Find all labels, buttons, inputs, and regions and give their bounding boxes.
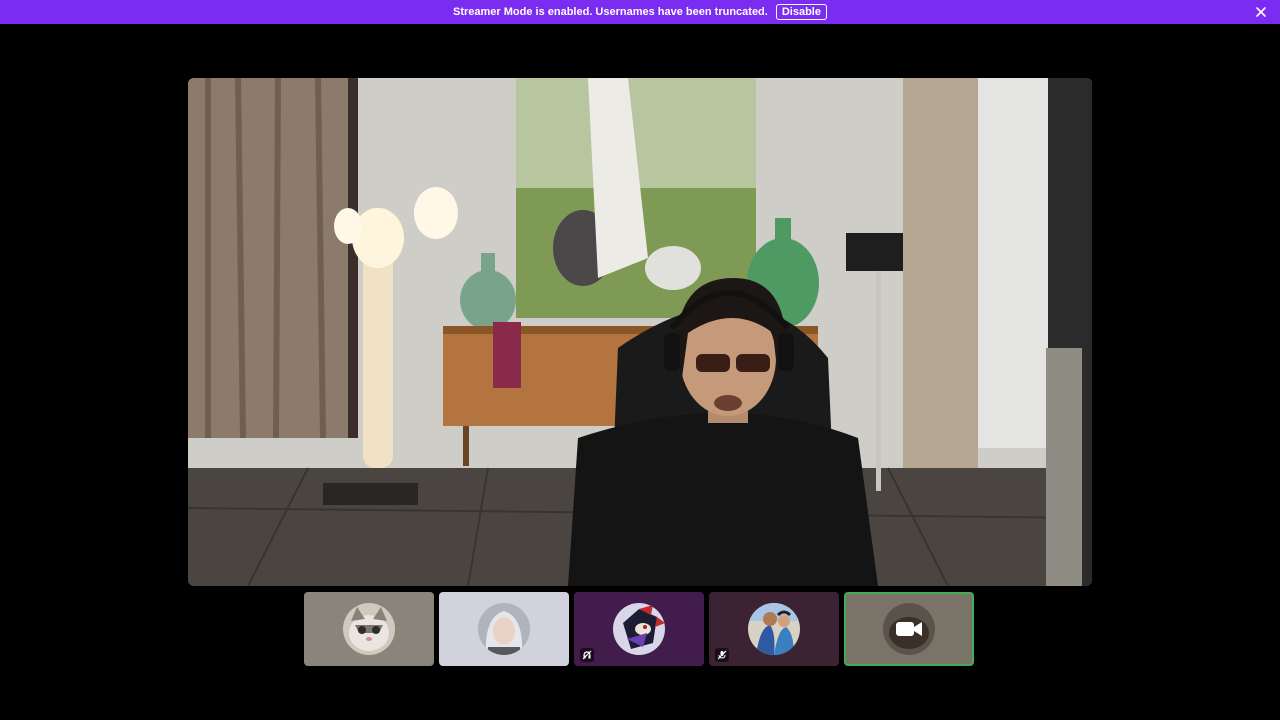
close-icon[interactable] [1254,5,1268,19]
white-haired-woman-avatar [478,603,530,655]
cat-avatar [343,603,395,655]
participant-tile[interactable] [709,592,839,666]
main-video-stream[interactable] [188,78,1092,586]
streamer-mode-message: Streamer Mode is enabled. Usernames have… [453,6,768,18]
participant-tile[interactable] [304,592,434,666]
streamer-mode-banner: Streamer Mode is enabled. Usernames have… [0,0,1280,24]
video-camera-icon [883,603,935,655]
deafened-icon [580,648,594,662]
participant-tile[interactable] [574,592,704,666]
video-frame [188,78,1092,586]
participant-tiles [304,592,974,666]
hedgehog-avatar [613,603,665,655]
participant-tile[interactable] [439,592,569,666]
muted-icon [715,648,729,662]
disable-streamer-mode-button[interactable]: Disable [775,4,827,20]
participant-tile-selected[interactable] [844,592,974,666]
couple-avatar [748,603,800,655]
